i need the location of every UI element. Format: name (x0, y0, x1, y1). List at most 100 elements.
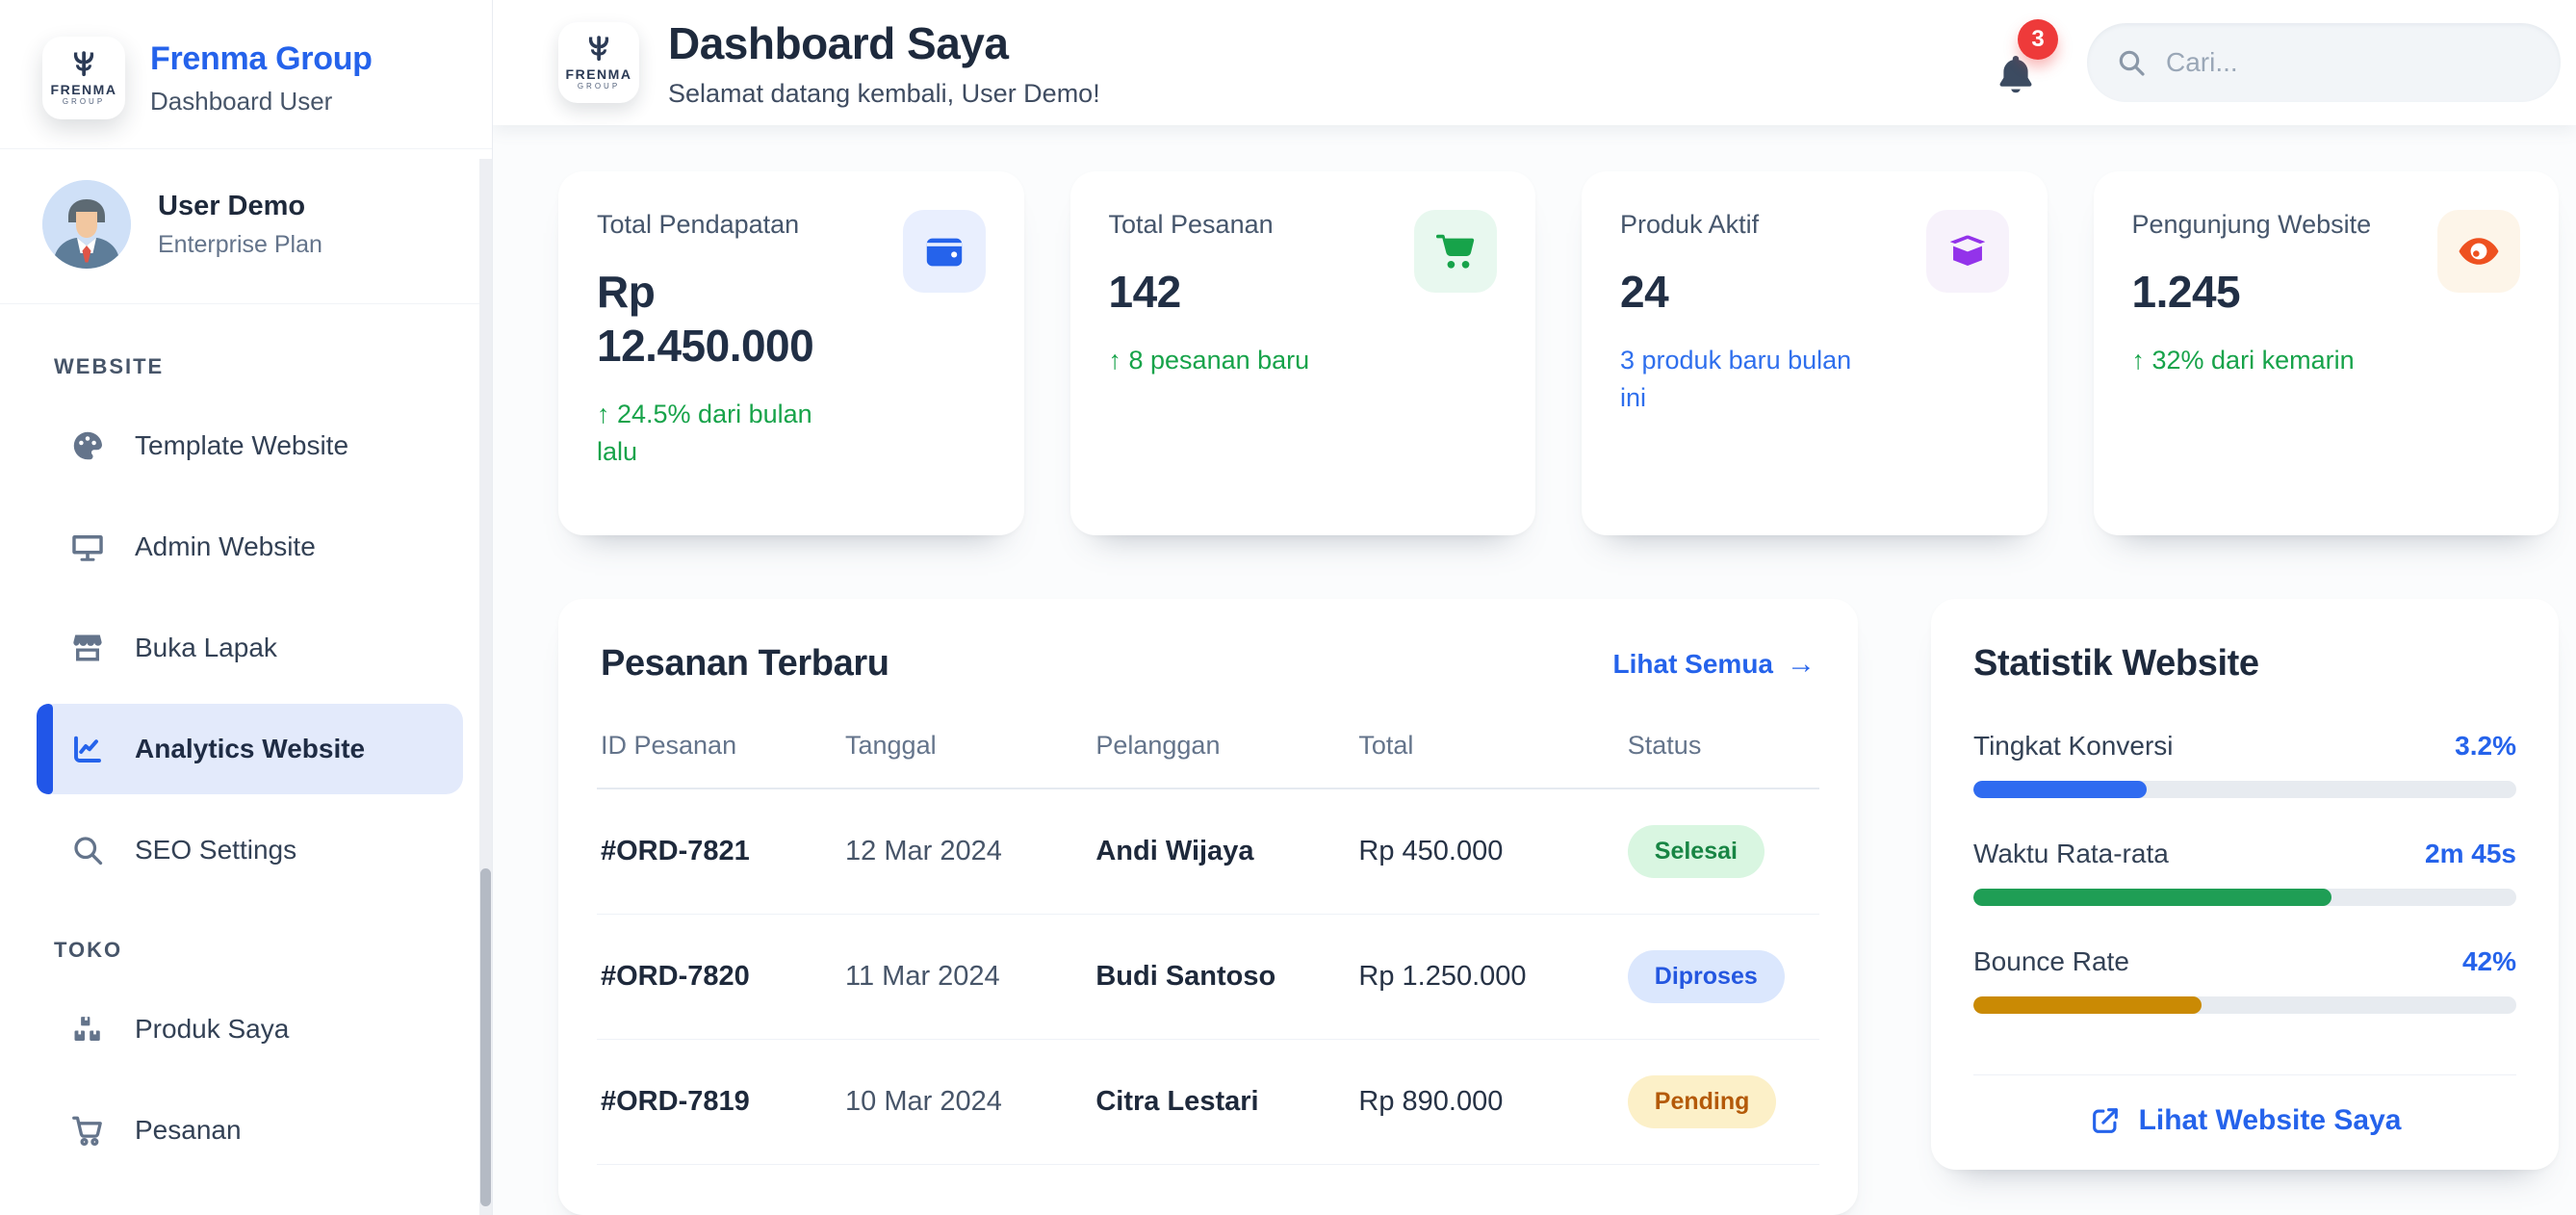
stat-label: Pengunjung Website (2132, 210, 2394, 240)
page-title: Dashboard Saya (668, 17, 1100, 69)
metric-value: 42% (2462, 946, 2516, 977)
stat-value: Rp 12.450.000 (597, 265, 859, 373)
progress-fill (1973, 996, 2202, 1014)
sidebar-item-label: Pesanan (135, 1115, 242, 1146)
avatar (42, 180, 131, 269)
website-stats-panel: Statistik Website Tingkat Konversi 3.2% … (1931, 599, 2559, 1170)
topbar: FRENMA GROUP Dashboard Saya Selamat data… (493, 0, 2576, 125)
sidebar-scrollbar-thumb[interactable] (480, 868, 491, 1206)
brand-tagline: Dashboard User (150, 87, 373, 116)
cart-icon (1414, 210, 1497, 293)
nav-section-toko: TOKO (54, 938, 463, 963)
status-badge: Selesai (1628, 825, 1765, 878)
orders-header-row: ID Pesanan Tanggal Pelanggan Total Statu… (597, 719, 1819, 788)
progress-track (1973, 996, 2516, 1014)
stat-card-pesanan: Total Pesanan 142 ↑ 8 pesanan baru (1070, 171, 1536, 535)
nav-section-website: WEBSITE (54, 354, 463, 379)
dashboard-content: Total Pendapatan Rp 12.450.000 ↑ 24.5% d… (493, 125, 2576, 1215)
magnifier-icon (69, 832, 106, 868)
order-total-cell: Rp 1.250.000 (1354, 915, 1623, 1040)
column-header-customer[interactable]: Pelanggan (1092, 719, 1354, 788)
sidebar-scrollbar-track[interactable] (479, 159, 492, 1215)
external-link-icon (2089, 1104, 2122, 1137)
user-name: User Demo (158, 191, 322, 222)
metric-label: Bounce Rate (1973, 946, 2129, 977)
user-profile[interactable]: User Demo Enterprise Plan (0, 149, 492, 304)
logo-submark: GROUP (578, 82, 620, 91)
stat-change: ↑ 8 pesanan baru (1109, 342, 1371, 379)
logo-wordmark: FRENMA (51, 83, 117, 97)
sidebar-item-label: Template Website (135, 430, 348, 461)
open-box-icon (1926, 210, 2009, 293)
order-row[interactable]: #ORD-7821 12 Mar 2024 Andi Wijaya Rp 450… (597, 788, 1819, 915)
brand-header: FRENMA GROUP Frenma Group Dashboard User (0, 0, 492, 149)
search-bar[interactable] (2087, 23, 2561, 102)
arrow-right-icon: → (1787, 648, 1816, 681)
brand-name: Frenma Group (150, 40, 373, 78)
main-area: FRENMA GROUP Dashboard Saya Selamat data… (493, 0, 2576, 1215)
order-id-cell: #ORD-7821 (597, 788, 841, 915)
stat-value: 24 (1620, 265, 1882, 319)
sidebar-item-label: SEO Settings (135, 835, 296, 866)
stat-value: 142 (1109, 265, 1371, 319)
stat-change: ↑ 24.5% dari bulan lalu (597, 396, 859, 471)
eye-icon (2437, 210, 2520, 293)
boxes-icon (69, 1011, 106, 1047)
sidebar-item-label: Analytics Website (135, 734, 365, 764)
order-row[interactable]: #ORD-7820 11 Mar 2024 Budi Santoso Rp 1.… (597, 915, 1819, 1040)
logo-wordmark: FRENMA (566, 67, 632, 82)
notification-badge: 3 (2018, 19, 2058, 60)
metric-waktu: Waktu Rata-rata 2m 45s (1973, 839, 2516, 906)
sidebar-item-admin-website[interactable]: Admin Website (37, 502, 463, 592)
chart-line-icon (69, 731, 106, 767)
orders-table: ID Pesanan Tanggal Pelanggan Total Statu… (597, 719, 1819, 1165)
monitor-icon (69, 529, 106, 565)
progress-fill (1973, 889, 2331, 906)
view-website-link[interactable]: Lihat Website Saya (2089, 1104, 2402, 1137)
column-header-status[interactable]: Status (1624, 719, 1819, 788)
sidebar: FRENMA GROUP Frenma Group Dashboard User… (0, 0, 493, 1215)
sidebar-item-label: Produk Saya (135, 1014, 289, 1045)
metric-konversi: Tingkat Konversi 3.2% (1973, 731, 2516, 798)
sidebar-item-analytics-website[interactable]: Analytics Website (37, 704, 463, 794)
metric-label: Tingkat Konversi (1973, 731, 2174, 762)
sidebar-item-label: Buka Lapak (135, 633, 277, 663)
stat-value: 1.245 (2132, 265, 2394, 319)
trident-icon (69, 50, 98, 81)
progress-fill (1973, 781, 2147, 798)
notifications-button[interactable]: 3 (1991, 25, 2045, 100)
order-total-cell: Rp 450.000 (1354, 788, 1623, 915)
stat-change: 3 produk baru bulan ini (1620, 342, 1882, 417)
column-header-date[interactable]: Tanggal (841, 719, 1092, 788)
stat-change: ↑ 32% dari kemarin (2132, 342, 2394, 379)
page-subtitle: Selamat datang kembali, User Demo! (668, 79, 1100, 109)
view-all-label: Lihat Semua (1613, 649, 1773, 680)
sidebar-item-buka-lapak[interactable]: Buka Lapak (37, 603, 463, 693)
sidebar-item-template-website[interactable]: Template Website (37, 401, 463, 491)
sidebar-item-label: Admin Website (135, 531, 316, 562)
trident-icon (584, 35, 613, 65)
stat-card-pendapatan: Total Pendapatan Rp 12.450.000 ↑ 24.5% d… (558, 171, 1024, 535)
search-input[interactable] (2166, 47, 2532, 78)
column-header-total[interactable]: Total (1354, 719, 1623, 788)
sidebar-item-pesanan[interactable]: Pesanan (37, 1085, 463, 1176)
recent-orders-panel: Pesanan Terbaru Lihat Semua → ID Pesanan… (558, 599, 1858, 1215)
column-header-id[interactable]: ID Pesanan (597, 719, 841, 788)
sidebar-item-seo-settings[interactable]: SEO Settings (37, 805, 463, 895)
search-icon (2116, 47, 2147, 78)
progress-track (1973, 781, 2516, 798)
frenma-logo: FRENMA GROUP (42, 37, 125, 119)
sidebar-item-produk-saya[interactable]: Produk Saya (37, 984, 463, 1074)
order-total-cell: Rp 890.000 (1354, 1040, 1623, 1165)
cart-icon (69, 1112, 106, 1149)
palette-icon (69, 427, 106, 464)
frenma-logo-small: FRENMA GROUP (558, 22, 639, 103)
wallet-icon (903, 210, 986, 293)
storefront-icon (69, 630, 106, 666)
order-row[interactable]: #ORD-7819 10 Mar 2024 Citra Lestari Rp 8… (597, 1040, 1819, 1165)
metric-value: 2m 45s (2425, 839, 2516, 869)
view-all-link[interactable]: Lihat Semua → (1613, 648, 1816, 681)
order-customer-cell: Citra Lestari (1092, 1040, 1354, 1165)
order-date-cell: 12 Mar 2024 (841, 788, 1092, 915)
progress-track (1973, 889, 2516, 906)
